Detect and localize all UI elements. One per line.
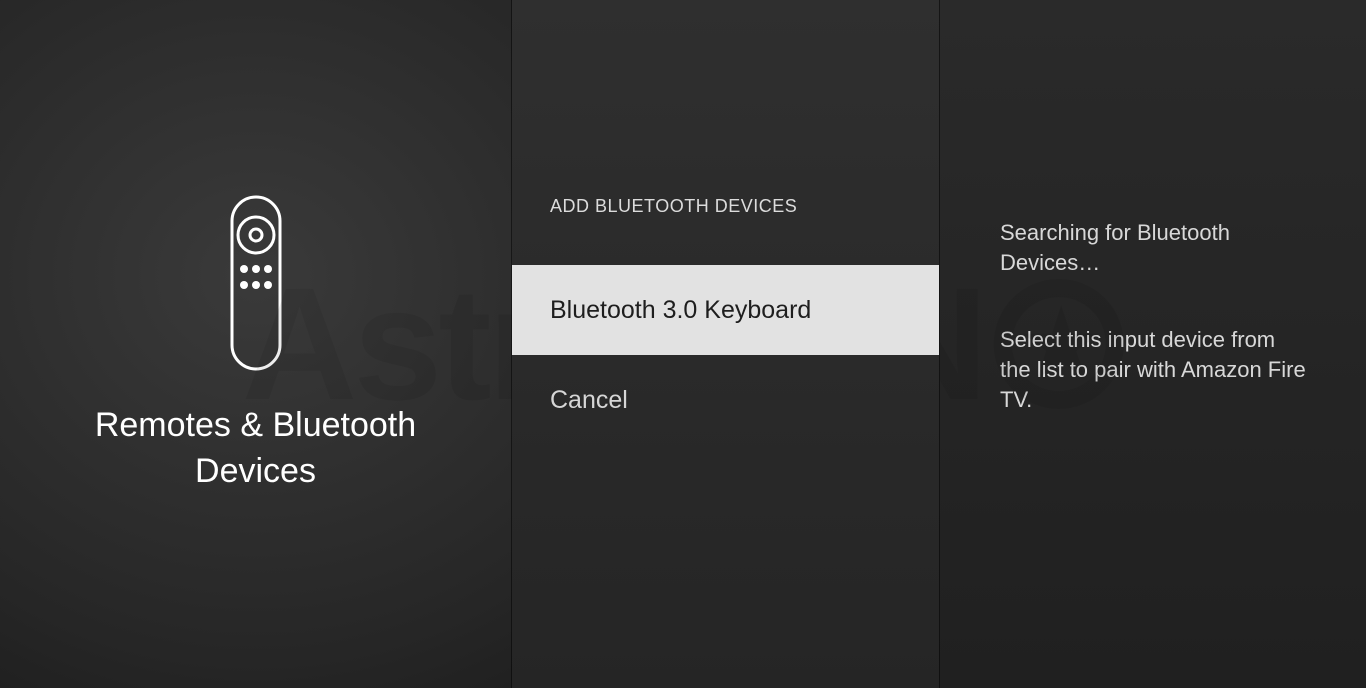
page-title: Remotes & Bluetooth Devices bbox=[0, 403, 511, 495]
middle-panel: ADD BLUETOOTH DEVICES Bluetooth 3.0 Keyb… bbox=[512, 0, 940, 688]
right-panel: Searching for Bluetooth Devices… Select … bbox=[940, 0, 1366, 688]
device-list-item[interactable]: Bluetooth 3.0 Keyboard bbox=[512, 265, 939, 355]
cancel-label: Cancel bbox=[550, 386, 628, 415]
left-panel: Remotes & Bluetooth Devices bbox=[0, 0, 512, 688]
cancel-button[interactable]: Cancel bbox=[512, 355, 939, 445]
pairing-instruction: Select this input device from the list t… bbox=[1000, 325, 1306, 414]
device-label: Bluetooth 3.0 Keyboard bbox=[550, 296, 811, 325]
remote-icon bbox=[226, 193, 286, 373]
section-header: ADD BLUETOOTH DEVICES bbox=[512, 196, 939, 217]
searching-status: Searching for Bluetooth Devices… bbox=[1000, 218, 1306, 277]
